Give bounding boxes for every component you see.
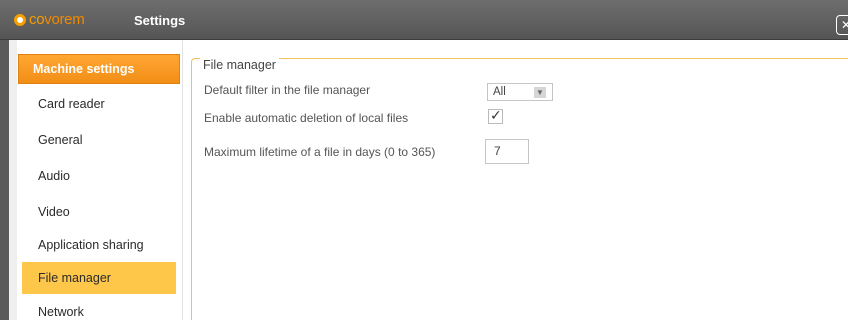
fieldset-legend: File manager: [200, 58, 279, 72]
settings-sidebar: Machine settings Card reader General Aud…: [17, 40, 183, 320]
sidebar-item-card-reader[interactable]: Card reader: [22, 88, 176, 120]
select-value: All: [493, 86, 506, 98]
sidebar-item-application-sharing[interactable]: Application sharing: [22, 229, 176, 261]
sidebar-item-file-manager[interactable]: File manager: [22, 262, 176, 294]
file-manager-fieldset: File manager Default filter in the file …: [191, 58, 848, 320]
sidebar-header-machine-settings[interactable]: Machine settings: [18, 54, 180, 84]
logo-icon: [14, 14, 26, 26]
auto-delete-checkbox[interactable]: ✓: [488, 107, 503, 124]
logo-text-suffix: vorem: [44, 11, 85, 28]
logo-text-prefix: co: [29, 11, 45, 28]
title-bar: covorem Settings ✕: [0, 0, 848, 40]
default-filter-label: Default filter in the file manager: [204, 83, 371, 97]
window-title: Settings: [134, 13, 186, 28]
max-lifetime-label: Maximum lifetime of a file in days (0 to…: [204, 145, 436, 159]
auto-delete-label: Enable automatic deletion of local files: [204, 111, 409, 125]
default-filter-select[interactable]: All ▼: [487, 83, 553, 101]
window-frame-inner: [9, 40, 17, 320]
chevron-down-icon: ▼: [534, 87, 546, 98]
checkmark-icon: ✓: [490, 107, 502, 123]
window-frame: [0, 40, 9, 320]
sidebar-item-network[interactable]: Network: [22, 296, 176, 320]
sidebar-item-audio[interactable]: Audio: [22, 160, 176, 192]
sidebar-item-video[interactable]: Video: [22, 196, 176, 228]
settings-content: File manager Default filter in the file …: [191, 50, 848, 320]
logo-text: covorem: [29, 11, 85, 28]
sidebar-item-general[interactable]: General: [22, 124, 176, 156]
close-icon: ✕: [840, 18, 848, 32]
close-button[interactable]: ✕: [836, 15, 848, 35]
covorem-logo: covorem: [14, 11, 85, 28]
max-lifetime-input[interactable]: 7: [485, 139, 529, 164]
